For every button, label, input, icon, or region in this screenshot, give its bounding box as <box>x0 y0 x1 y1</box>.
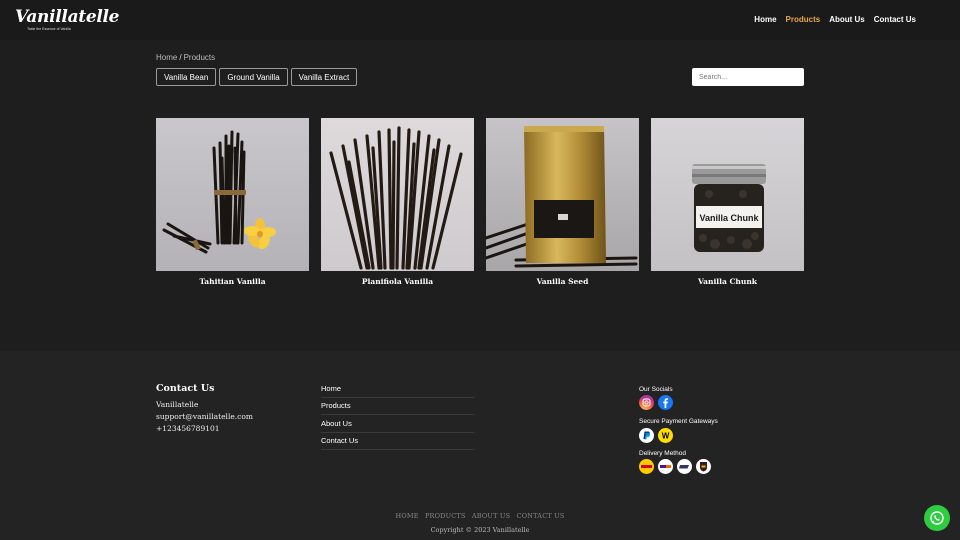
product-image[interactable]: Vanilla Chunk <box>651 118 804 271</box>
category-filters: Vanilla Bean Ground Vanilla Vanilla Extr… <box>156 68 360 86</box>
breadcrumb-home[interactable]: Home <box>156 53 177 62</box>
logo-wordmark: Vanillatelle <box>15 7 120 27</box>
product-image[interactable] <box>156 118 309 271</box>
facebook-icon[interactable] <box>658 395 673 410</box>
product-name[interactable]: Vanilla Chunk <box>651 277 804 286</box>
footer-link-about[interactable]: About Us <box>321 419 474 433</box>
copyright: Copyright © 2023 Vanillatelle <box>430 526 530 534</box>
payments-label: Secure Payment Gateways <box>639 418 718 425</box>
filter-ground-vanilla[interactable]: Ground Vanilla <box>219 68 288 86</box>
breadcrumb: Home / Products <box>156 53 215 62</box>
nav-home[interactable]: Home <box>754 15 776 24</box>
filter-vanilla-bean[interactable]: Vanilla Bean <box>156 68 217 86</box>
product-name[interactable]: Tahitian Vanilla <box>156 277 309 286</box>
product-card[interactable]: Vanilla Chunk Vanilla Chunk <box>651 118 804 286</box>
site-logo[interactable]: Vanillatelle Taste the Essence of Vanill… <box>15 7 120 34</box>
footer-phone[interactable]: +123456789101 <box>156 424 220 433</box>
socials-label: Our Socials <box>639 386 673 393</box>
nav-products[interactable]: Products <box>786 15 821 24</box>
search-input[interactable] <box>692 68 804 86</box>
footer-bottom-nav: HOME PRODUCTS ABOUT US CONTACT US <box>0 512 960 520</box>
whatsapp-icon[interactable] <box>924 505 950 531</box>
paypal-icon <box>639 428 654 443</box>
footer-contact-title: Contact Us <box>156 383 215 394</box>
nav-about[interactable]: About Us <box>829 15 865 24</box>
breadcrumb-separator: / <box>179 53 182 62</box>
dhl-icon <box>639 459 654 474</box>
product-card[interactable]: Tahitian Vanilla <box>156 118 309 286</box>
breadcrumb-current: Products <box>183 53 216 62</box>
usps-icon <box>677 459 692 474</box>
filter-vanilla-extract[interactable]: Vanilla Extract <box>290 68 358 86</box>
bottom-link-about[interactable]: ABOUT US <box>472 512 510 520</box>
product-image[interactable] <box>321 118 474 271</box>
product-name[interactable]: Vanilla Seed <box>486 277 639 286</box>
bottom-link-contact[interactable]: CONTACT US <box>517 512 565 520</box>
ups-icon <box>696 459 711 474</box>
main-nav: Home Products About Us Contact Us <box>745 15 916 24</box>
delivery-label: Delivery Method <box>639 450 686 457</box>
footer-link-contact[interactable]: Contact Us <box>321 436 474 450</box>
western-union-icon: W <box>658 428 673 443</box>
footer-link-products[interactable]: Products <box>321 401 474 415</box>
product-card[interactable]: Vanilla Seed <box>486 118 639 286</box>
bottom-link-home[interactable]: HOME <box>395 512 418 520</box>
nav-contact[interactable]: Contact Us <box>874 15 916 24</box>
svg-text:W: W <box>662 432 670 441</box>
jar-label: Vanilla Chunk <box>699 213 759 223</box>
footer-link-home[interactable]: Home <box>321 384 474 398</box>
product-name[interactable]: Planifiola Vanilla <box>321 277 474 286</box>
site-header: Vanillatelle Taste the Essence of Vanill… <box>0 0 960 40</box>
bottom-link-products[interactable]: PRODUCTS <box>425 512 466 520</box>
product-image[interactable] <box>486 118 639 271</box>
instagram-icon[interactable] <box>639 395 654 410</box>
footer-email[interactable]: support@vanillatelle.com <box>156 412 253 421</box>
footer-company: Vanillatelle <box>156 400 199 409</box>
product-card[interactable]: Planifiola Vanilla <box>321 118 474 286</box>
fedex-icon <box>658 459 673 474</box>
logo-tagline: Taste the Essence of Vanilla <box>27 27 71 31</box>
